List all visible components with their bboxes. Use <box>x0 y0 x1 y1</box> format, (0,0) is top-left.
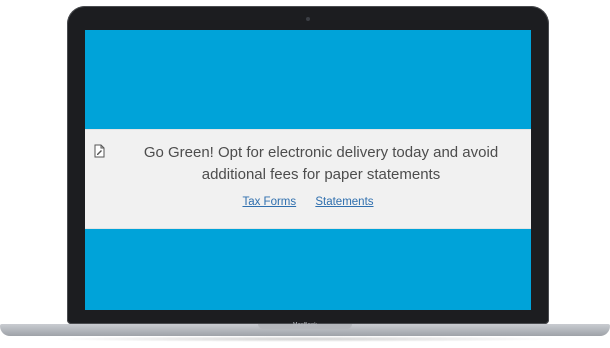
brand-label: MacBook <box>292 322 318 328</box>
document-edit-icon <box>94 144 105 158</box>
go-green-banner: Go Green! Opt for electronic delivery to… <box>85 129 531 229</box>
laptop-screen: Go Green! Opt for electronic delivery to… <box>85 30 531 310</box>
banner-message: Go Green! Opt for electronic delivery to… <box>143 144 499 183</box>
tax-forms-link[interactable]: Tax Forms <box>242 196 296 208</box>
statements-link[interactable]: Statements <box>315 196 373 208</box>
camera-icon <box>306 17 310 21</box>
laptop-shadow <box>40 336 570 342</box>
banner-links: Tax Forms Statements <box>85 196 531 208</box>
